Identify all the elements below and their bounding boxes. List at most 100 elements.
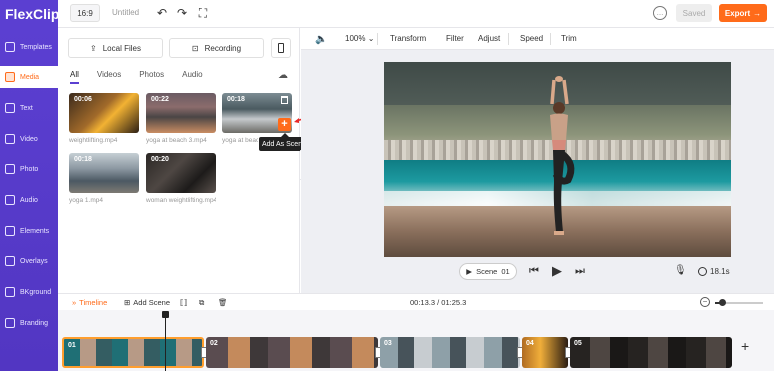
timeline-clip[interactable]: 05 [570,337,732,368]
media-item[interactable]: 00:20 [146,153,216,193]
photo-icon [5,164,15,174]
timeline-clip[interactable]: 03 [380,337,520,368]
clock-icon [698,267,707,276]
player-controls: ▶ Scene 01 ⏮ ▶ ⏭ 🎙 18.1s [301,262,774,282]
sidebar-item-text[interactable]: Text [0,97,58,119]
zoom-knob[interactable] [719,299,727,306]
next-icon[interactable]: ⏭ [575,265,585,278]
volume-icon[interactable]: 🔈 [315,34,327,45]
scene-label: Scene [476,267,498,276]
sidebar-item-label: Video [20,135,38,143]
audio-icon [5,195,15,205]
branding-icon [5,318,15,328]
sidebar-item-photo[interactable]: Photo [0,158,58,180]
add-as-scene-button[interactable]: + [278,118,291,131]
chat-icon[interactable]: … [653,6,667,20]
zoom-select[interactable]: 100% ⌄ [345,34,374,43]
sidebar-item-media[interactable]: Media [0,66,58,88]
tab-photos[interactable]: Photos [139,70,164,84]
timeline-zoom-slider[interactable] [715,299,763,306]
media-name: yoga at beach 3.mp4 [146,137,207,144]
sidebar-item-audio[interactable]: Audio [0,189,58,211]
phone-upload-button[interactable] [271,38,291,58]
flexclip-logo[interactable]: FlexClip [0,0,59,28]
media-item[interactable]: 00:06 [69,93,139,133]
duration-value: 18.1s [710,267,730,276]
zoom-out-icon[interactable]: − [700,297,710,307]
sidebar-item-label: Audio [20,196,38,204]
fullscreen-icon[interactable]: ⛶ [196,6,210,20]
sidebar-item-branding[interactable]: Branding [0,312,58,334]
sidebar-item-label: Elements [20,227,50,235]
project-title[interactable]: Untitled [112,8,139,17]
timeline-header: » Timeline ⊞ Add Scene ⟦⟧ ⧉ 🗑 00:13.3 / 01… [58,293,774,310]
media-name: weightlifting.mp4 [69,137,118,144]
upload-icon: ⇪ [90,43,97,53]
media-item[interactable]: 00:22 [146,93,216,133]
scene-selector[interactable]: ▶ Scene 01 [459,263,517,280]
tool-transform[interactable]: Transform [390,34,426,43]
tab-all[interactable]: All [70,70,79,84]
sidebar-item-overlays[interactable]: Overlays [0,250,58,272]
divider [508,33,509,45]
recording-label: Recording [204,43,242,53]
playhead-handle[interactable] [162,311,169,318]
sidebar-item-video[interactable]: Video [0,128,58,150]
timeline-clip[interactable]: 02 [206,337,378,368]
scene-duration[interactable]: 18.1s [698,267,730,276]
media-item[interactable]: 00:18 [69,153,139,193]
background-icon [5,287,15,297]
media-duration: 00:06 [74,96,92,103]
clip-number: 04 [526,340,534,347]
trash-icon[interactable] [281,96,288,104]
add-scene-label: Add Scene [133,298,170,307]
tab-audio[interactable]: Audio [182,70,202,84]
redo-icon[interactable]: ↷ [175,6,189,20]
clip-number: 01 [68,342,76,349]
clip-number: 05 [574,340,582,347]
double-chevron-icon: » [72,298,77,307]
add-scene-icon: ⊞ [124,298,131,307]
timeline-clip[interactable]: 01 [62,337,204,368]
elements-icon [5,226,15,236]
tool-adjust[interactable]: Adjust [478,34,500,43]
export-button[interactable]: Export → [719,4,767,22]
sidebar-item-templates[interactable]: Templates [0,36,58,58]
sidebar-item-label: Templates [20,43,52,51]
recording-button[interactable]: ⊡ Recording [169,38,264,58]
yoga-person [550,76,575,235]
aspect-ratio-button[interactable]: 16:9 [70,4,100,22]
sidebar-item-label: Overlays [20,257,48,265]
play-icon[interactable]: ▶ [552,263,562,279]
divider [550,33,551,45]
sidebar-item-background[interactable]: BKground [0,281,58,303]
duplicate-icon[interactable]: ⧉ [199,298,204,308]
cloud-icon[interactable]: ☁ [278,70,288,81]
add-clip-icon[interactable]: + [741,338,749,354]
tool-speed[interactable]: Speed [520,34,543,43]
delete-icon[interactable]: 🗑 [218,298,228,307]
tool-trim[interactable]: Trim [561,34,577,43]
video-preview[interactable] [384,62,731,257]
media-duration: 00:22 [151,96,169,103]
top-bar: FlexClip 16:9 Untitled ↶ ↷ ⛶ … Saved Exp… [0,0,774,28]
phone-icon [278,43,284,53]
arrow-right-icon: → [753,8,762,18]
media-duration: 00:20 [151,156,169,163]
local-files-button[interactable]: ⇪ Local Files [68,38,163,58]
microphone-icon[interactable]: 🎙 [674,265,687,276]
timeline-time: 00:13.3 / 01:25.3 [410,298,467,307]
video-icon [5,134,15,144]
overlays-icon [5,256,15,266]
undo-icon[interactable]: ↶ [155,6,169,20]
split-icon[interactable]: ⟦⟧ [180,298,187,307]
add-scene-button[interactable]: ⊞ Add Scene [124,298,170,307]
previous-icon[interactable]: ⏮ [529,265,539,278]
tool-filter[interactable]: Filter [446,34,464,43]
timeline-clip[interactable]: 04 [522,337,568,368]
playhead[interactable] [165,311,166,371]
saved-button[interactable]: Saved [676,4,712,22]
timeline-toggle[interactable]: » Timeline [72,298,107,307]
tab-videos[interactable]: Videos [97,70,121,84]
sidebar-item-elements[interactable]: Elements [0,220,58,242]
